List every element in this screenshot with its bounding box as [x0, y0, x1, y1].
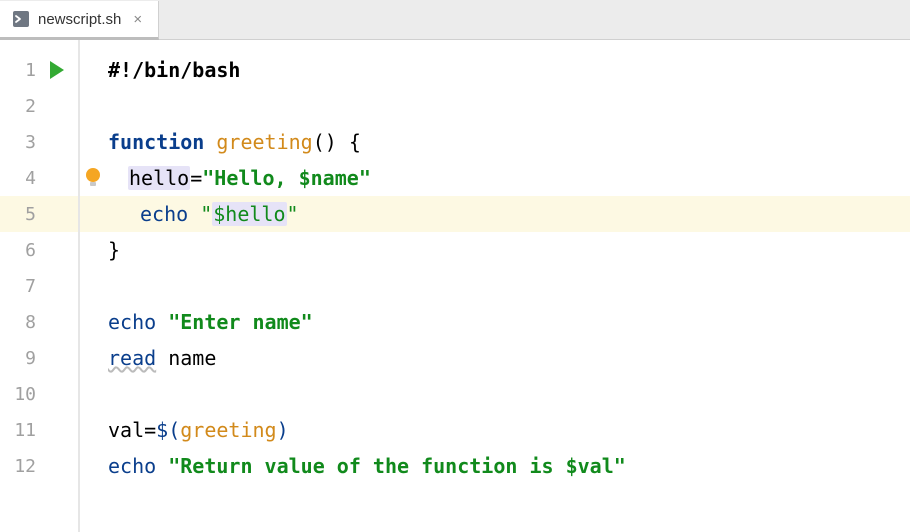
line-number: 11 [0, 420, 42, 441]
line-number: 1 [0, 60, 42, 81]
variable-assign: hello [128, 166, 190, 190]
code-line[interactable]: } [80, 232, 910, 268]
code-line[interactable]: read name [80, 340, 910, 376]
line-number: 12 [0, 456, 42, 477]
code-area[interactable]: #!/bin/bash function greeting() { hello=… [78, 40, 910, 532]
cmdsub-open: $( [156, 418, 180, 442]
function-name: greeting [216, 130, 312, 154]
tab-bar: newscript.sh × [0, 0, 910, 40]
line-number: 6 [0, 240, 42, 261]
tab-filename: newscript.sh [38, 11, 121, 28]
code-line[interactable] [80, 268, 910, 304]
echo-cmd: echo [140, 202, 188, 226]
gutter-row: 7 [0, 268, 78, 304]
code-line[interactable]: hello="Hello, $name" [80, 160, 910, 196]
echo-cmd: echo [108, 454, 156, 478]
run-icon[interactable] [50, 61, 64, 79]
quote: " [200, 202, 212, 226]
cmdsub-close: ) [277, 418, 289, 442]
gutter-row: 3 [0, 124, 78, 160]
close-icon[interactable]: × [129, 11, 146, 28]
gutter: 1 2 3 4 5 6 7 8 9 10 11 12 [0, 40, 78, 532]
line-number: 9 [0, 348, 42, 369]
string-var: $val [566, 454, 614, 478]
gutter-row: 2 [0, 88, 78, 124]
echo-cmd: echo [108, 310, 156, 334]
shell-file-icon [12, 10, 30, 28]
code-line[interactable] [80, 376, 910, 412]
shebang: #!/bin/bash [108, 58, 240, 82]
gutter-row: 8 [0, 304, 78, 340]
quote: " [287, 202, 299, 226]
string-close: " [614, 454, 626, 478]
read-target: name [168, 346, 216, 370]
line-number: 10 [0, 384, 42, 405]
code-line[interactable]: function greeting() { [80, 124, 910, 160]
paren-brace: () { [313, 130, 361, 154]
gutter-row: 6 [0, 232, 78, 268]
string-var: $hello [212, 202, 286, 226]
string-open: "Return value of the function is [168, 454, 565, 478]
read-cmd: read [108, 346, 156, 370]
function-call: greeting [180, 418, 276, 442]
gutter-row: 5 [0, 196, 78, 232]
variable-assign: val [108, 418, 144, 442]
string-var: $name [299, 166, 359, 190]
code-line[interactable]: echo "Return value of the function is $v… [80, 448, 910, 484]
gutter-row: 10 [0, 376, 78, 412]
equals: = [144, 418, 156, 442]
string-literal: "Enter name" [168, 310, 313, 334]
line-number: 2 [0, 96, 42, 117]
code-line[interactable]: val=$(greeting) [80, 412, 910, 448]
gutter-row: 11 [0, 412, 78, 448]
string-open: "Hello, [202, 166, 298, 190]
editor: 1 2 3 4 5 6 7 8 9 10 11 12 #!/bin/bash f… [0, 40, 910, 532]
lightbulb-icon[interactable] [84, 167, 102, 189]
line-number: 3 [0, 132, 42, 153]
code-line[interactable]: #!/bin/bash [80, 52, 910, 88]
string-close: " [359, 166, 371, 190]
equals: = [190, 166, 202, 190]
code-line[interactable]: echo "$hello" [80, 196, 910, 232]
tab-newscript[interactable]: newscript.sh × [0, 1, 159, 40]
line-number: 8 [0, 312, 42, 333]
gutter-row: 4 [0, 160, 78, 196]
gutter-row: 9 [0, 340, 78, 376]
code-line[interactable]: echo "Enter name" [80, 304, 910, 340]
gutter-row: 12 [0, 448, 78, 484]
keyword-function: function [108, 130, 204, 154]
gutter-row: 1 [0, 52, 78, 88]
line-number: 7 [0, 276, 42, 297]
close-brace: } [108, 238, 120, 262]
line-number: 5 [0, 204, 42, 225]
line-number: 4 [0, 168, 42, 189]
code-line[interactable] [80, 88, 910, 124]
